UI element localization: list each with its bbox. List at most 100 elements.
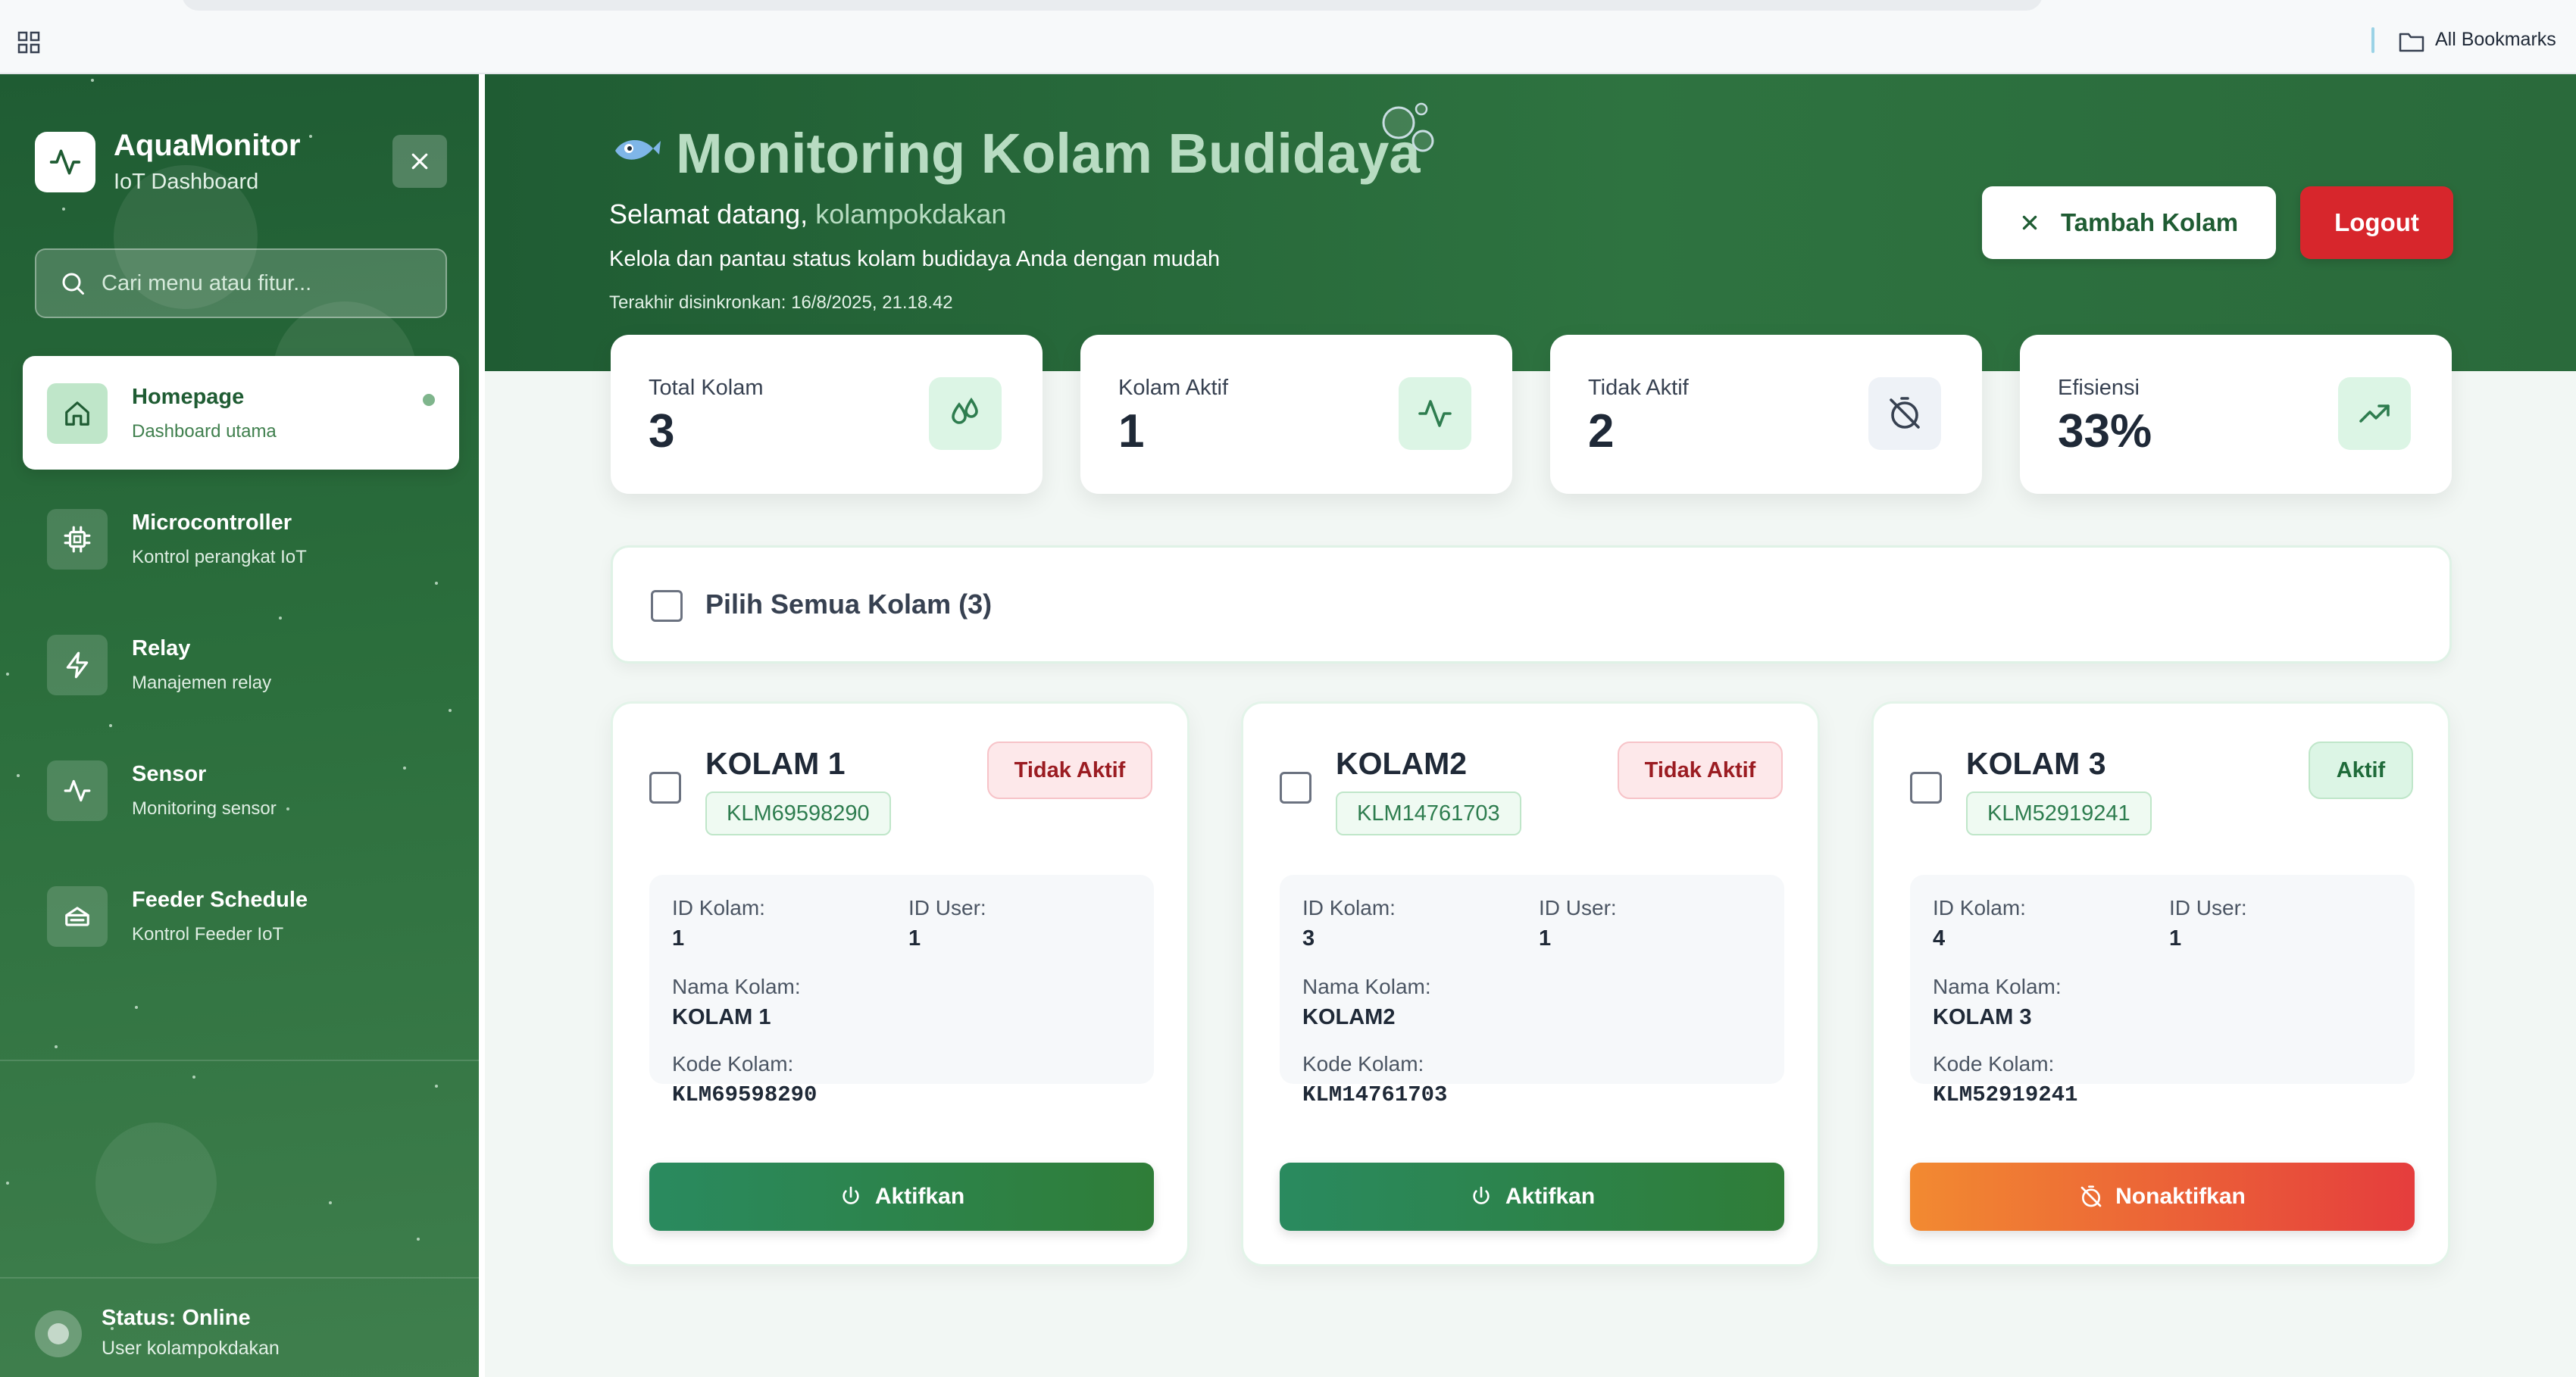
close-icon [411, 153, 428, 170]
sidebar-item-label: Feeder Schedule [132, 888, 308, 912]
stat-card-inactive: Tidak Aktif 2 [1550, 335, 1982, 494]
nama-kolam-value: KOLAM2 [1302, 1005, 1396, 1029]
status-title: Status: Online [102, 1306, 251, 1330]
pond-card: KOLAM 1 KLM69598290 Tidak Aktif ID Kolam… [611, 701, 1190, 1266]
chip-icon [64, 526, 91, 553]
stat-card-total: Total Kolam 3 [611, 335, 1043, 494]
add-pond-button[interactable]: Tambah Kolam [1982, 186, 2276, 259]
nama-kolam-value: KOLAM 1 [672, 1005, 771, 1029]
stat-icon-box [1399, 377, 1471, 450]
timer-off-icon [2080, 1185, 2102, 1207]
stat-value: 3 [649, 405, 675, 457]
stat-card-efficiency: Efisiensi 33% [2020, 335, 2452, 494]
brand-logo [35, 132, 95, 192]
stat-value: 2 [1588, 405, 1615, 457]
decorative-star [109, 724, 112, 727]
nama-kolam-label: Nama Kolam: [672, 975, 801, 998]
zap-icon [66, 651, 89, 679]
search-input[interactable] [102, 270, 435, 296]
pond-name: KOLAM2 [1336, 746, 1468, 781]
sidebar-item-label: Homepage [132, 385, 245, 409]
bookmark-divider [2371, 27, 2374, 53]
pond-info: ID Kolam: 4 ID User: 1 Nama Kolam: KOLAM… [1910, 875, 2415, 1107]
select-all-label: Pilih Semua Kolam (3) [705, 589, 993, 620]
id-kolam-value: 4 [1933, 926, 1946, 951]
fish-icon [615, 140, 661, 160]
id-user-value: 1 [2169, 926, 2182, 951]
sidebar-search[interactable] [35, 248, 447, 318]
activate-button[interactable]: Aktifkan [649, 1163, 1154, 1231]
id-user-value: 1 [908, 926, 921, 951]
trending-up-icon [2359, 404, 2390, 423]
select-all-checkbox[interactable] [651, 590, 683, 622]
last-sync-text: Terakhir disinkronkan: 16/8/2025, 21.18.… [609, 292, 953, 313]
page-title: Monitoring Kolam Budidaya [676, 122, 1421, 185]
decorative-star [17, 774, 20, 777]
sidebar-item-homepage[interactable]: Homepage Dashboard utama [23, 356, 459, 470]
kode-kolam-label: Kode Kolam: [672, 1052, 794, 1076]
pond-code-badge: KLM52919241 [1966, 792, 2152, 835]
pond-checkbox[interactable] [649, 772, 681, 804]
close-icon [2022, 215, 2037, 230]
all-bookmarks-link[interactable]: All Bookmarks [2435, 29, 2556, 51]
active-indicator [423, 394, 435, 406]
pond-info: ID Kolam: 3 ID User: 1 Nama Kolam: KOLAM… [1280, 875, 1784, 1107]
brand-subtitle: IoT Dashboard [114, 170, 259, 194]
apps-grid-icon[interactable] [17, 30, 41, 55]
address-bar[interactable] [182, 0, 2043, 11]
browser-bar: All Bookmarks [0, 0, 2576, 74]
stat-label: Kolam Aktif [1118, 376, 1229, 400]
close-sidebar-button[interactable] [392, 135, 447, 188]
sidebar: AquaMonitor IoT Dashboard Homepage Dashb… [0, 74, 479, 1377]
power-icon [1473, 1186, 1490, 1204]
decorative-star [62, 208, 65, 211]
sidebar-item-label: Relay [132, 636, 191, 660]
pond-checkbox[interactable] [1280, 772, 1311, 804]
sidebar-item-sensor[interactable]: Sensor Monitoring sensor [23, 733, 459, 847]
search-icon [62, 273, 84, 295]
sidebar-item-feeder-schedule[interactable]: Feeder Schedule Kontrol Feeder IoT [23, 859, 459, 973]
id-kolam-label: ID Kolam: [1302, 896, 1396, 920]
decorative-star [91, 79, 94, 82]
pond-name: KOLAM 1 [705, 746, 846, 781]
status-badge: Aktif [2309, 742, 2413, 799]
stat-value: 33% [2058, 405, 2152, 457]
kode-kolam-value: KLM52919241 [1933, 1082, 2078, 1107]
stat-label: Efisiensi [2058, 376, 2140, 400]
pond-checkbox[interactable] [1910, 772, 1942, 804]
pond-code-badge: KLM69598290 [705, 792, 891, 835]
id-kolam-label: ID Kolam: [672, 896, 765, 920]
pond-card: KOLAM 3 KLM52919241 Aktif ID Kolam: 4 ID… [1871, 701, 2450, 1266]
nama-kolam-value: KOLAM 3 [1933, 1005, 2032, 1029]
hero-description: Kelola dan pantau status kolam budidaya … [609, 247, 1221, 271]
id-kolam-value: 3 [1302, 926, 1315, 951]
decorative-star [417, 1238, 420, 1241]
sidebar-item-sub: Manajemen relay [132, 673, 272, 693]
decorative-star [435, 1085, 438, 1088]
decorative-star [329, 1201, 332, 1204]
sidebar-edge [479, 74, 485, 1377]
activate-button[interactable]: Aktifkan [1280, 1163, 1784, 1231]
deactivate-label: Nonaktifkan [2115, 1184, 2246, 1209]
pond-card: KOLAM2 KLM14761703 Tidak Aktif ID Kolam:… [1241, 701, 1820, 1266]
kode-kolam-value: KLM69598290 [672, 1082, 818, 1107]
pond-info: ID Kolam: 1 ID User: 1 Nama Kolam: KOLAM… [649, 875, 1154, 1107]
activate-label: Aktifkan [1505, 1184, 1596, 1209]
logout-button[interactable]: Logout [2300, 186, 2453, 259]
id-user-label: ID User: [1539, 896, 1617, 920]
kode-kolam-label: Kode Kolam: [1933, 1052, 2055, 1076]
decorative-star [6, 1182, 9, 1185]
sidebar-item-sub: Monitoring sensor [132, 798, 277, 819]
bubbles-icon [1382, 102, 1434, 152]
sidebar-item-microcontroller[interactable]: Microcontroller Kontrol perangkat IoT [23, 482, 459, 595]
sidebar-item-label: Microcontroller [132, 511, 292, 535]
stat-icon-box [1868, 377, 1941, 450]
nav-icon-box [47, 635, 108, 695]
sidebar-item-relay[interactable]: Relay Manajemen relay [23, 607, 459, 721]
droplets-icon [952, 397, 978, 424]
sidebar-divider [0, 1060, 479, 1061]
stat-icon-box [2338, 377, 2411, 450]
deactivate-button[interactable]: Nonaktifkan [1910, 1163, 2415, 1231]
status-badge: Tidak Aktif [987, 742, 1152, 799]
decorative-star [6, 673, 9, 676]
